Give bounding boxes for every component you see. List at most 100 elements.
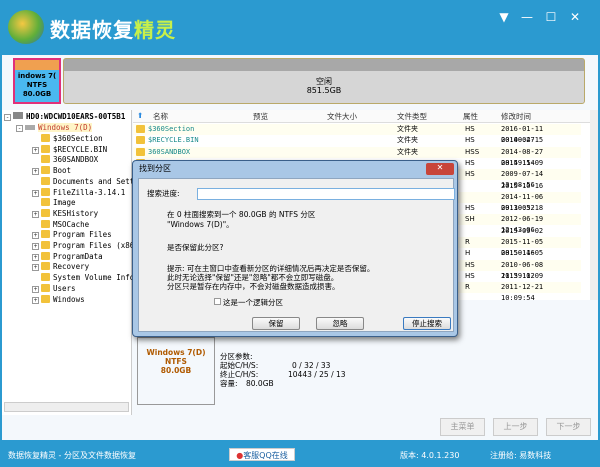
table-row[interactable]: $RECYCLE.BIN文件夹HS2014-02-15 09:41:36 xyxy=(133,135,581,155)
free-size: 851.5GB xyxy=(306,86,342,95)
col-modified[interactable]: 修改时间 xyxy=(501,111,531,122)
folder-name: Users xyxy=(53,283,76,293)
tree-folder[interactable]: $360Section xyxy=(32,133,103,144)
keep-question: 是否保留此分区? xyxy=(167,243,224,252)
tree-folder[interactable]: + Users xyxy=(32,283,76,294)
file-attr: HS xyxy=(465,125,475,133)
col-preview[interactable]: 预览 xyxy=(253,111,268,122)
minimize-button[interactable]: — xyxy=(520,10,534,24)
folder-icon xyxy=(41,294,50,303)
info-size: 80.0GB xyxy=(160,366,192,375)
file-attr: R xyxy=(465,238,470,246)
checkbox-box[interactable] xyxy=(214,298,221,305)
tree-folder[interactable]: 360SANDBOX xyxy=(32,154,98,165)
tree-horizontal-scrollbar[interactable] xyxy=(4,402,129,412)
file-type: 文件夹 xyxy=(397,147,418,156)
collapse-icon[interactable]: - xyxy=(16,125,23,132)
tree-folder[interactable]: Image xyxy=(32,197,76,208)
partition-block[interactable]: indows 7(NTFS 80.0GB xyxy=(13,58,61,104)
tree-folder[interactable]: + Boot xyxy=(32,165,71,176)
tree-partition[interactable]: - Windows 7(D) xyxy=(16,122,93,133)
disk-label: HD0:WDCWD10EARS-00T5B1 xyxy=(26,112,126,121)
disk-map: indows 7(NTFS 80.0GB 空闲 851.5GB xyxy=(13,58,585,104)
file-attr: HSS xyxy=(465,147,480,156)
partition-size: 80.0GB xyxy=(22,90,52,98)
folder-icon xyxy=(41,273,50,282)
tree-disk[interactable]: - HD0:WDCWD10EARS-00T5B1 xyxy=(4,111,125,122)
collapse-icon[interactable]: - xyxy=(4,114,11,121)
prev-step-button[interactable]: 上一步 xyxy=(493,418,538,436)
folder-name: KESHistory xyxy=(53,208,99,218)
folder-icon xyxy=(41,251,50,260)
tree-folder[interactable]: System Volume Infor xyxy=(32,272,139,283)
expand-icon[interactable]: + xyxy=(32,285,39,293)
expand-icon[interactable]: + xyxy=(32,168,39,176)
maximize-button[interactable]: ☐ xyxy=(544,10,558,24)
qq-support-button[interactable]: ●客服QQ在线 xyxy=(229,448,295,461)
tree-folder[interactable]: MSOCache xyxy=(32,219,89,230)
folder-name: $RECYCLE.BIN xyxy=(53,144,108,154)
free-label: 空闲 xyxy=(316,77,332,86)
main-menu-button[interactable]: 主菜单 xyxy=(440,418,485,436)
version-text: 版本: 4.0.1.230 xyxy=(400,451,460,460)
tree-folder[interactable]: + Recovery xyxy=(32,261,89,272)
expand-icon[interactable]: + xyxy=(32,210,39,218)
file-type: 文件夹 xyxy=(397,125,418,133)
table-row[interactable]: $360Section 文件夹 HS 2016-01-11 00:00:47 xyxy=(133,124,581,144)
list-vertical-scrollbar[interactable] xyxy=(590,110,598,300)
tree-folder[interactable]: + Program Files (x86) xyxy=(32,240,139,251)
progress-label: 搜索进度: xyxy=(147,189,180,198)
capacity-value: 80.0GB xyxy=(246,379,274,388)
folder-icon xyxy=(41,241,50,249)
info-name: Windows 7(D) xyxy=(146,348,206,357)
expand-icon[interactable]: + xyxy=(32,146,39,154)
next-step-button[interactable]: 下一步 xyxy=(546,418,591,436)
keep-button[interactable]: 保留 xyxy=(252,317,300,330)
expand-icon[interactable]: + xyxy=(32,296,39,304)
folder-icon xyxy=(41,208,50,217)
free-space-block[interactable]: 空闲 851.5GB xyxy=(63,58,585,104)
up-arrow-icon[interactable]: ⬆ xyxy=(137,111,143,120)
logical-partition-checkbox[interactable]: 这是一个逻辑分区 xyxy=(214,298,283,308)
capacity-label: 容量: xyxy=(220,379,238,388)
close-button[interactable]: ✕ xyxy=(568,10,582,24)
found-partition-dialog: 找到分区 ✕ 搜索进度: 在 0 柱面搜索到一个 80.0GB 的 NTFS 分… xyxy=(132,160,458,337)
tree-folder[interactable]: + $RECYCLE.BIN xyxy=(32,144,107,155)
folder-icon xyxy=(136,147,145,156)
tree-folder[interactable]: + Windows xyxy=(32,294,85,305)
ignore-button[interactable]: 忽略 xyxy=(316,317,364,330)
expand-icon[interactable]: + xyxy=(32,232,39,240)
expand-icon[interactable]: + xyxy=(32,243,39,250)
folder-name: Documents and Setti xyxy=(53,176,139,186)
col-attr[interactable]: 属性 xyxy=(463,111,478,122)
folder-tree[interactable]: - HD0:WDCWD10EARS-00T5B1- Windows 7(D) $360… xyxy=(2,110,139,415)
folder-name: $360Section xyxy=(53,134,103,143)
folder-icon xyxy=(41,166,50,175)
file-attr: HS xyxy=(465,170,475,179)
file-attr: HS xyxy=(465,158,475,167)
col-size[interactable]: 文件大小 xyxy=(327,111,357,122)
file-modified: 2011-12-21 10:09:54 xyxy=(501,283,544,303)
tree-folder[interactable]: Documents and Setti xyxy=(32,176,139,187)
table-row[interactable]: 360SANDBOX 文件夹 HSS 2014-08-27 08:49:54 xyxy=(133,146,581,167)
tree-folder[interactable]: + Program Files xyxy=(32,229,112,240)
tree-folder[interactable]: + KESHistory xyxy=(32,208,98,219)
folder-icon xyxy=(136,136,145,145)
expand-icon[interactable]: + xyxy=(32,189,39,197)
file-name: $RECYCLE.BIN xyxy=(148,136,199,145)
status-app-desc: 数据恢复精灵 - 分区及文件数据恢复 xyxy=(8,451,136,460)
expand-icon[interactable]: + xyxy=(32,264,39,272)
disk-icon xyxy=(13,112,23,119)
col-type[interactable]: 文件类型 xyxy=(397,111,427,122)
tree-folder[interactable]: + FileZilla-3.14.1 xyxy=(32,187,125,198)
dialog-body: 搜索进度: 在 0 柱面搜索到一个 80.0GB 的 NTFS 分区 "Wind… xyxy=(138,178,455,332)
found-message-name: "Windows 7(D)"。 xyxy=(167,220,234,229)
expand-icon[interactable]: + xyxy=(32,253,39,261)
stop-search-button[interactable]: 停止搜索 xyxy=(403,317,451,330)
folder-icon xyxy=(41,198,50,207)
dialog-close-button[interactable]: ✕ xyxy=(426,163,454,175)
menu-icon[interactable]: ▼ xyxy=(497,10,511,24)
tree-folder[interactable]: + ProgramData xyxy=(32,251,103,262)
folder-name: ProgramData xyxy=(53,251,103,261)
col-name[interactable]: 名称 xyxy=(153,111,168,122)
